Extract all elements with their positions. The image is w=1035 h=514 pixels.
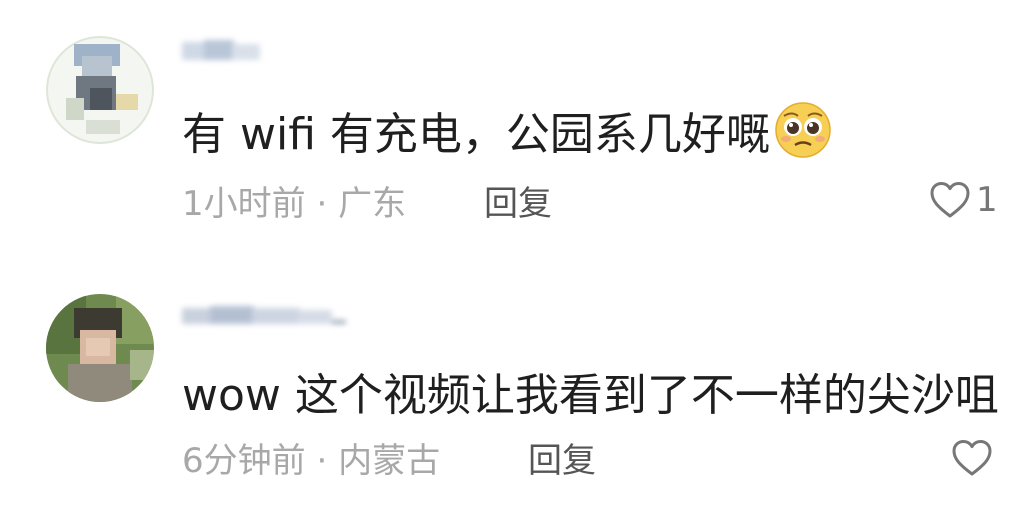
heart-icon	[930, 182, 970, 218]
like-button[interactable]: 1	[928, 180, 998, 220]
like-button[interactable]	[950, 438, 998, 478]
comment-text: 有 wifi 有充电，公园系几好嘅	[182, 98, 832, 162]
comment-time: 1小时前	[182, 184, 306, 224]
heart-icon	[952, 440, 992, 476]
avatar[interactable]	[46, 294, 154, 402]
reply-button[interactable]: 回复	[528, 433, 596, 482]
avatar[interactable]	[46, 36, 154, 144]
comment-item: 有 wifi 有充电，公园系几好嘅 1小时前 · 广东 回复 1	[0, 0, 1035, 250]
comment-meta: 6分钟前 · 内蒙古	[182, 433, 440, 482]
comment-location: 广东	[338, 184, 407, 224]
comment-time: 6分钟前	[182, 441, 306, 481]
comment-meta: 1小时前 · 广东	[182, 176, 406, 225]
username-blurred[interactable]	[182, 302, 346, 328]
reply-button[interactable]: 回复	[484, 176, 552, 225]
comment-item: wow 这个视频让我看到了不一样的尖沙咀 6分钟前 · 内蒙古 回复	[0, 258, 1035, 514]
meta-separator: ·	[305, 184, 339, 224]
pleading-face-emoji-icon	[775, 102, 831, 158]
comment-text: wow 这个视频让我看到了不一样的尖沙咀	[182, 370, 999, 421]
comment-location: 内蒙古	[338, 441, 441, 481]
meta-separator: ·	[305, 441, 339, 481]
like-count: 1	[976, 180, 998, 220]
username-blurred[interactable]	[182, 38, 264, 64]
